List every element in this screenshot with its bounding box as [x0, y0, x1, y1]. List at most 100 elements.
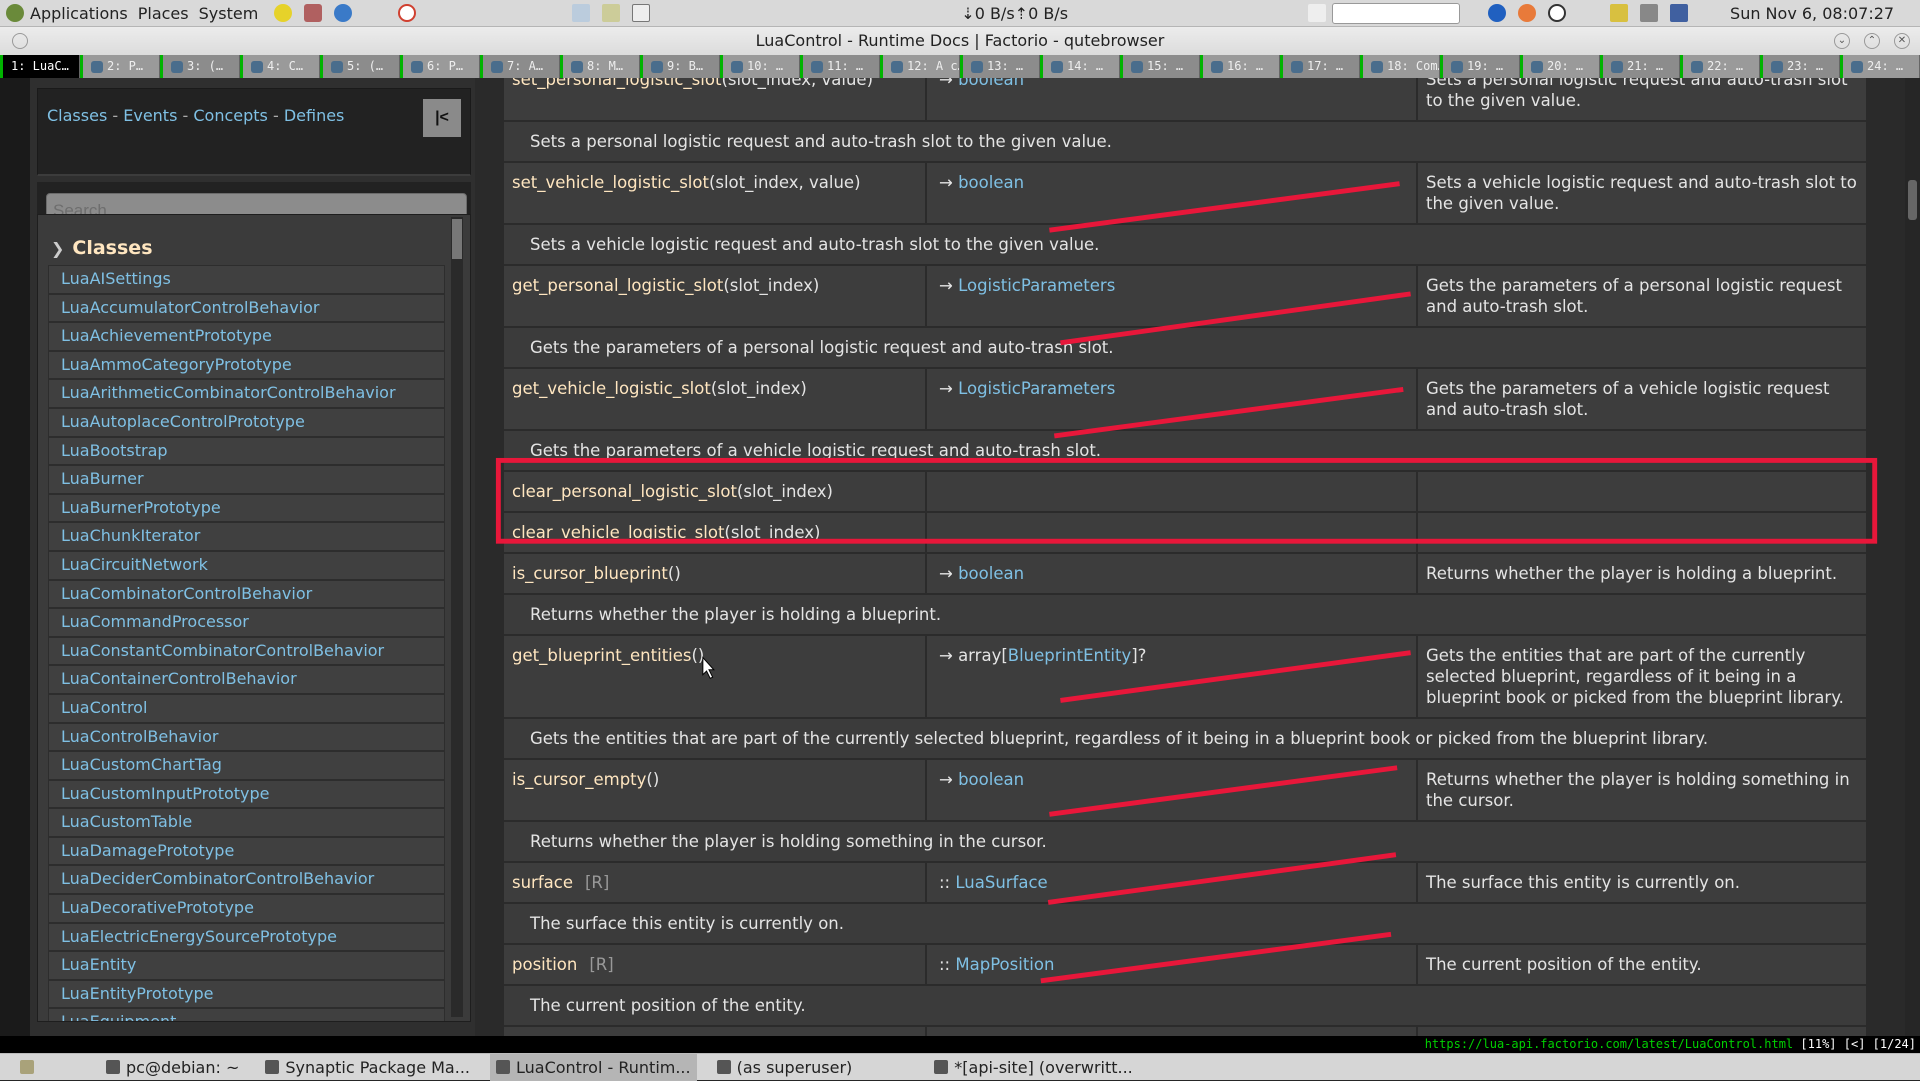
member-name-link[interactable]: get_vehicle_logistic_slot — [512, 379, 711, 398]
tab-5[interactable]: 5: (… — [320, 55, 400, 78]
tab-15[interactable]: 15: … — [1120, 55, 1200, 78]
show-desktop-button[interactable] — [0, 1054, 40, 1081]
tab-23[interactable]: 23: … — [1760, 55, 1840, 78]
nav-events-link[interactable]: Events — [123, 106, 177, 125]
launcher-icon[interactable] — [304, 4, 323, 22]
tab-1[interactable]: 1: LuaC… — [0, 55, 80, 78]
tab-20[interactable]: 20: … — [1520, 55, 1600, 78]
class-link-LuaCustomChartTag[interactable]: LuaCustomChartTag — [48, 751, 445, 780]
class-link-LuaCustomTable[interactable]: LuaCustomTable — [48, 808, 445, 837]
class-link-LuaConstantCombinatorControlBehavior[interactable]: LuaConstantCombinatorControlBehavior — [48, 636, 445, 666]
alarm-clock-icon[interactable] — [398, 4, 417, 22]
dictionary-icon[interactable] — [1308, 4, 1327, 22]
tab-17[interactable]: 17: … — [1280, 55, 1360, 78]
class-link-LuaCommandProcessor[interactable]: LuaCommandProcessor — [48, 608, 445, 637]
member-name-link[interactable]: get_personal_logistic_slot — [512, 276, 723, 295]
return-type-link[interactable]: MapPosition — [955, 955, 1054, 974]
scrollbar-thumb[interactable] — [1908, 180, 1917, 220]
class-link-LuaBurner[interactable]: LuaBurner — [48, 465, 445, 494]
member-name-link[interactable]: clear_vehicle_logistic_slot — [512, 523, 724, 542]
alarm-icon[interactable] — [1548, 4, 1567, 22]
tab-7[interactable]: 7: A… — [480, 55, 560, 78]
tab-22[interactable]: 22: … — [1680, 55, 1760, 78]
class-link-LuaChunkIterator[interactable]: LuaChunkIterator — [48, 522, 445, 551]
nav-defines-link[interactable]: Defines — [284, 106, 345, 125]
return-type-link[interactable]: BlueprintEntity — [1008, 646, 1131, 665]
taskbar-item[interactable]: pc@debian: ~ — [100, 1054, 245, 1081]
dictionary-input[interactable] — [1332, 2, 1461, 24]
member-name-link[interactable]: set_vehicle_logistic_slot — [512, 173, 709, 192]
member-name-link[interactable]: is_cursor_blueprint — [512, 564, 668, 583]
return-type-link[interactable]: LuaSurface — [955, 873, 1047, 892]
class-link-LuaElectricEnergySourcePrototype[interactable]: LuaElectricEnergySourcePrototype — [48, 922, 445, 952]
class-link-LuaAISettings[interactable]: LuaAISettings — [48, 265, 445, 294]
page-scrollbar[interactable] — [1905, 78, 1920, 1036]
class-link-LuaAutoplaceControlPrototype[interactable]: LuaAutoplaceControlPrototype — [48, 407, 445, 437]
clock[interactable]: Sun Nov 6, 08:07:27 — [1730, 4, 1894, 23]
nav-concepts-link[interactable]: Concepts — [193, 106, 268, 125]
tab-12[interactable]: 12: A c… — [880, 55, 960, 78]
window-menu-button[interactable] — [12, 33, 28, 49]
member-name-link[interactable]: clear_personal_logistic_slot — [512, 482, 737, 501]
tab-9[interactable]: 9: B… — [640, 55, 720, 78]
class-link-LuaBurnerPrototype[interactable]: LuaBurnerPrototype — [48, 493, 445, 523]
applications-menu[interactable]: Applications — [30, 4, 128, 23]
taskbar-item[interactable]: *[api-site] (overwritt... — [928, 1054, 1138, 1081]
minimize-button[interactable]: ⌄ — [1834, 33, 1850, 49]
launcher-icon[interactable] — [334, 4, 353, 22]
tab-11[interactable]: 11: … — [800, 55, 880, 78]
class-link-LuaAchievementPrototype[interactable]: LuaAchievementPrototype — [48, 322, 445, 351]
class-link-LuaBootstrap[interactable]: LuaBootstrap — [48, 436, 445, 466]
class-link-LuaAmmoCategoryPrototype[interactable]: LuaAmmoCategoryPrototype — [48, 350, 445, 380]
tab-4[interactable]: 4: C… — [240, 55, 320, 78]
tab-8[interactable]: 8: M… — [560, 55, 640, 78]
class-link-LuaDeciderCombinatorControlBehavior[interactable]: LuaDeciderCombinatorControlBehavior — [48, 865, 445, 895]
class-link-LuaEquipment[interactable]: LuaEquipment — [48, 1008, 445, 1021]
collapse-sidebar-button[interactable]: |< — [423, 99, 461, 137]
tab-6[interactable]: 6: P… — [400, 55, 480, 78]
member-name-link[interactable]: position — [512, 955, 577, 974]
volume-icon[interactable] — [1640, 4, 1659, 22]
member-name-link[interactable]: is_cursor_empty — [512, 770, 646, 789]
switch-icon[interactable] — [632, 4, 651, 22]
window-list-icon[interactable] — [572, 4, 591, 22]
tab-19[interactable]: 19: … — [1440, 55, 1520, 78]
member-name-link[interactable]: get_blueprint_entities — [512, 646, 692, 665]
tab-10[interactable]: 10: … — [720, 55, 800, 78]
return-type-link[interactable]: boolean — [958, 564, 1024, 583]
member-name-link[interactable]: surface — [512, 873, 573, 892]
tab-18[interactable]: 18: Com… — [1360, 55, 1440, 78]
taskbar-item[interactable]: Synaptic Package Ma... — [259, 1054, 476, 1081]
taskbar-item[interactable]: LuaControl - Runtim... — [490, 1053, 697, 1081]
sidebar-scrollbar[interactable] — [451, 217, 463, 1017]
tab-3[interactable]: 3: (… — [160, 55, 240, 78]
places-menu[interactable]: Places — [138, 4, 189, 23]
debian-menu-icon[interactable] — [6, 4, 24, 22]
return-type-link[interactable]: LogisticParameters — [958, 276, 1115, 295]
class-link-LuaControl[interactable]: LuaControl — [48, 693, 445, 723]
class-link-LuaCircuitNetwork[interactable]: LuaCircuitNetwork — [48, 550, 445, 580]
close-button[interactable]: ✕ — [1894, 33, 1910, 49]
tab-21[interactable]: 21: … — [1600, 55, 1680, 78]
taskbar-item[interactable]: (as superuser) — [711, 1054, 859, 1081]
sync-icon[interactable] — [1488, 4, 1507, 22]
tab-14[interactable]: 14: … — [1040, 55, 1120, 78]
signal-icon[interactable] — [1670, 4, 1689, 22]
class-link-LuaAccumulatorControlBehavior[interactable]: LuaAccumulatorControlBehavior — [48, 293, 445, 323]
class-link-LuaArithmeticCombinatorControlBehavior[interactable]: LuaArithmeticCombinatorControlBehavior — [48, 379, 445, 408]
class-link-LuaDamagePrototype[interactable]: LuaDamagePrototype — [48, 836, 445, 866]
return-type-link[interactable]: boolean — [958, 173, 1024, 192]
classes-heading[interactable]: ❯ Classes — [51, 237, 153, 259]
return-type-link[interactable]: LogisticParameters — [958, 379, 1115, 398]
monitor-icon[interactable] — [602, 4, 621, 22]
tab-24[interactable]: 24: … — [1840, 55, 1920, 78]
class-link-LuaControlBehavior[interactable]: LuaControlBehavior — [48, 722, 445, 752]
class-link-LuaCombinatorControlBehavior[interactable]: LuaCombinatorControlBehavior — [48, 579, 445, 609]
tray-icon[interactable] — [1610, 4, 1629, 22]
bulb-icon[interactable] — [1518, 4, 1537, 22]
tab-2[interactable]: 2: P… — [80, 55, 160, 78]
class-link-LuaContainerControlBehavior[interactable]: LuaContainerControlBehavior — [48, 665, 445, 694]
system-menu[interactable]: System — [199, 4, 259, 23]
member-name-link[interactable]: set_personal_logistic_slot — [512, 78, 721, 89]
maximize-button[interactable]: ⌃ — [1864, 33, 1880, 49]
